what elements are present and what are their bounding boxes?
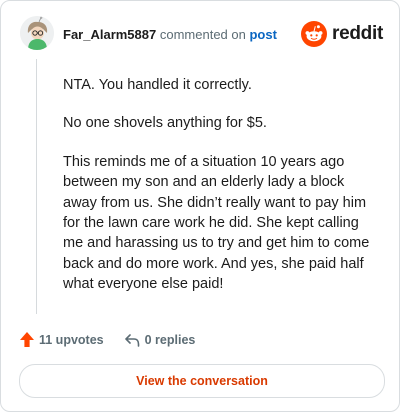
comment-paragraph: NTA. You handled it correctly. (63, 77, 252, 93)
avatar-icon (20, 16, 54, 50)
upvote-count: 11 upvotes (39, 332, 104, 347)
reddit-wordmark: reddit (332, 23, 383, 44)
upvote-button[interactable]: 11 upvotes (19, 331, 104, 348)
reddit-logo[interactable]: reddit (301, 21, 383, 47)
comment-paragraph: No one shovels anything for $5. (63, 115, 267, 132)
post-link[interactable]: post (249, 27, 276, 42)
username[interactable]: Far_Alarm5887 (63, 27, 156, 42)
thread-line (36, 59, 37, 314)
action-text: commented on (159, 27, 246, 42)
comment-header: Far_Alarm5887 commented on post (63, 27, 277, 42)
comment-card: Far_Alarm5887 commented on post reddit N… (0, 0, 400, 412)
reply-arrow-icon (124, 333, 139, 347)
reply-button[interactable]: 0 replies (124, 332, 196, 347)
reddit-alien-icon (301, 21, 328, 47)
comment-paragraph: This reminds me of a situation 10 years … (63, 153, 370, 293)
view-conversation-button[interactable]: View the conversation (19, 364, 385, 398)
comment-actions: 11 upvotes 0 replies (19, 331, 195, 348)
comment-body: NTA. You handled it correctly. No one sh… (63, 75, 381, 313)
upvote-arrow-icon (20, 332, 34, 347)
reply-count: 0 replies (144, 332, 196, 347)
avatar[interactable] (20, 16, 54, 50)
